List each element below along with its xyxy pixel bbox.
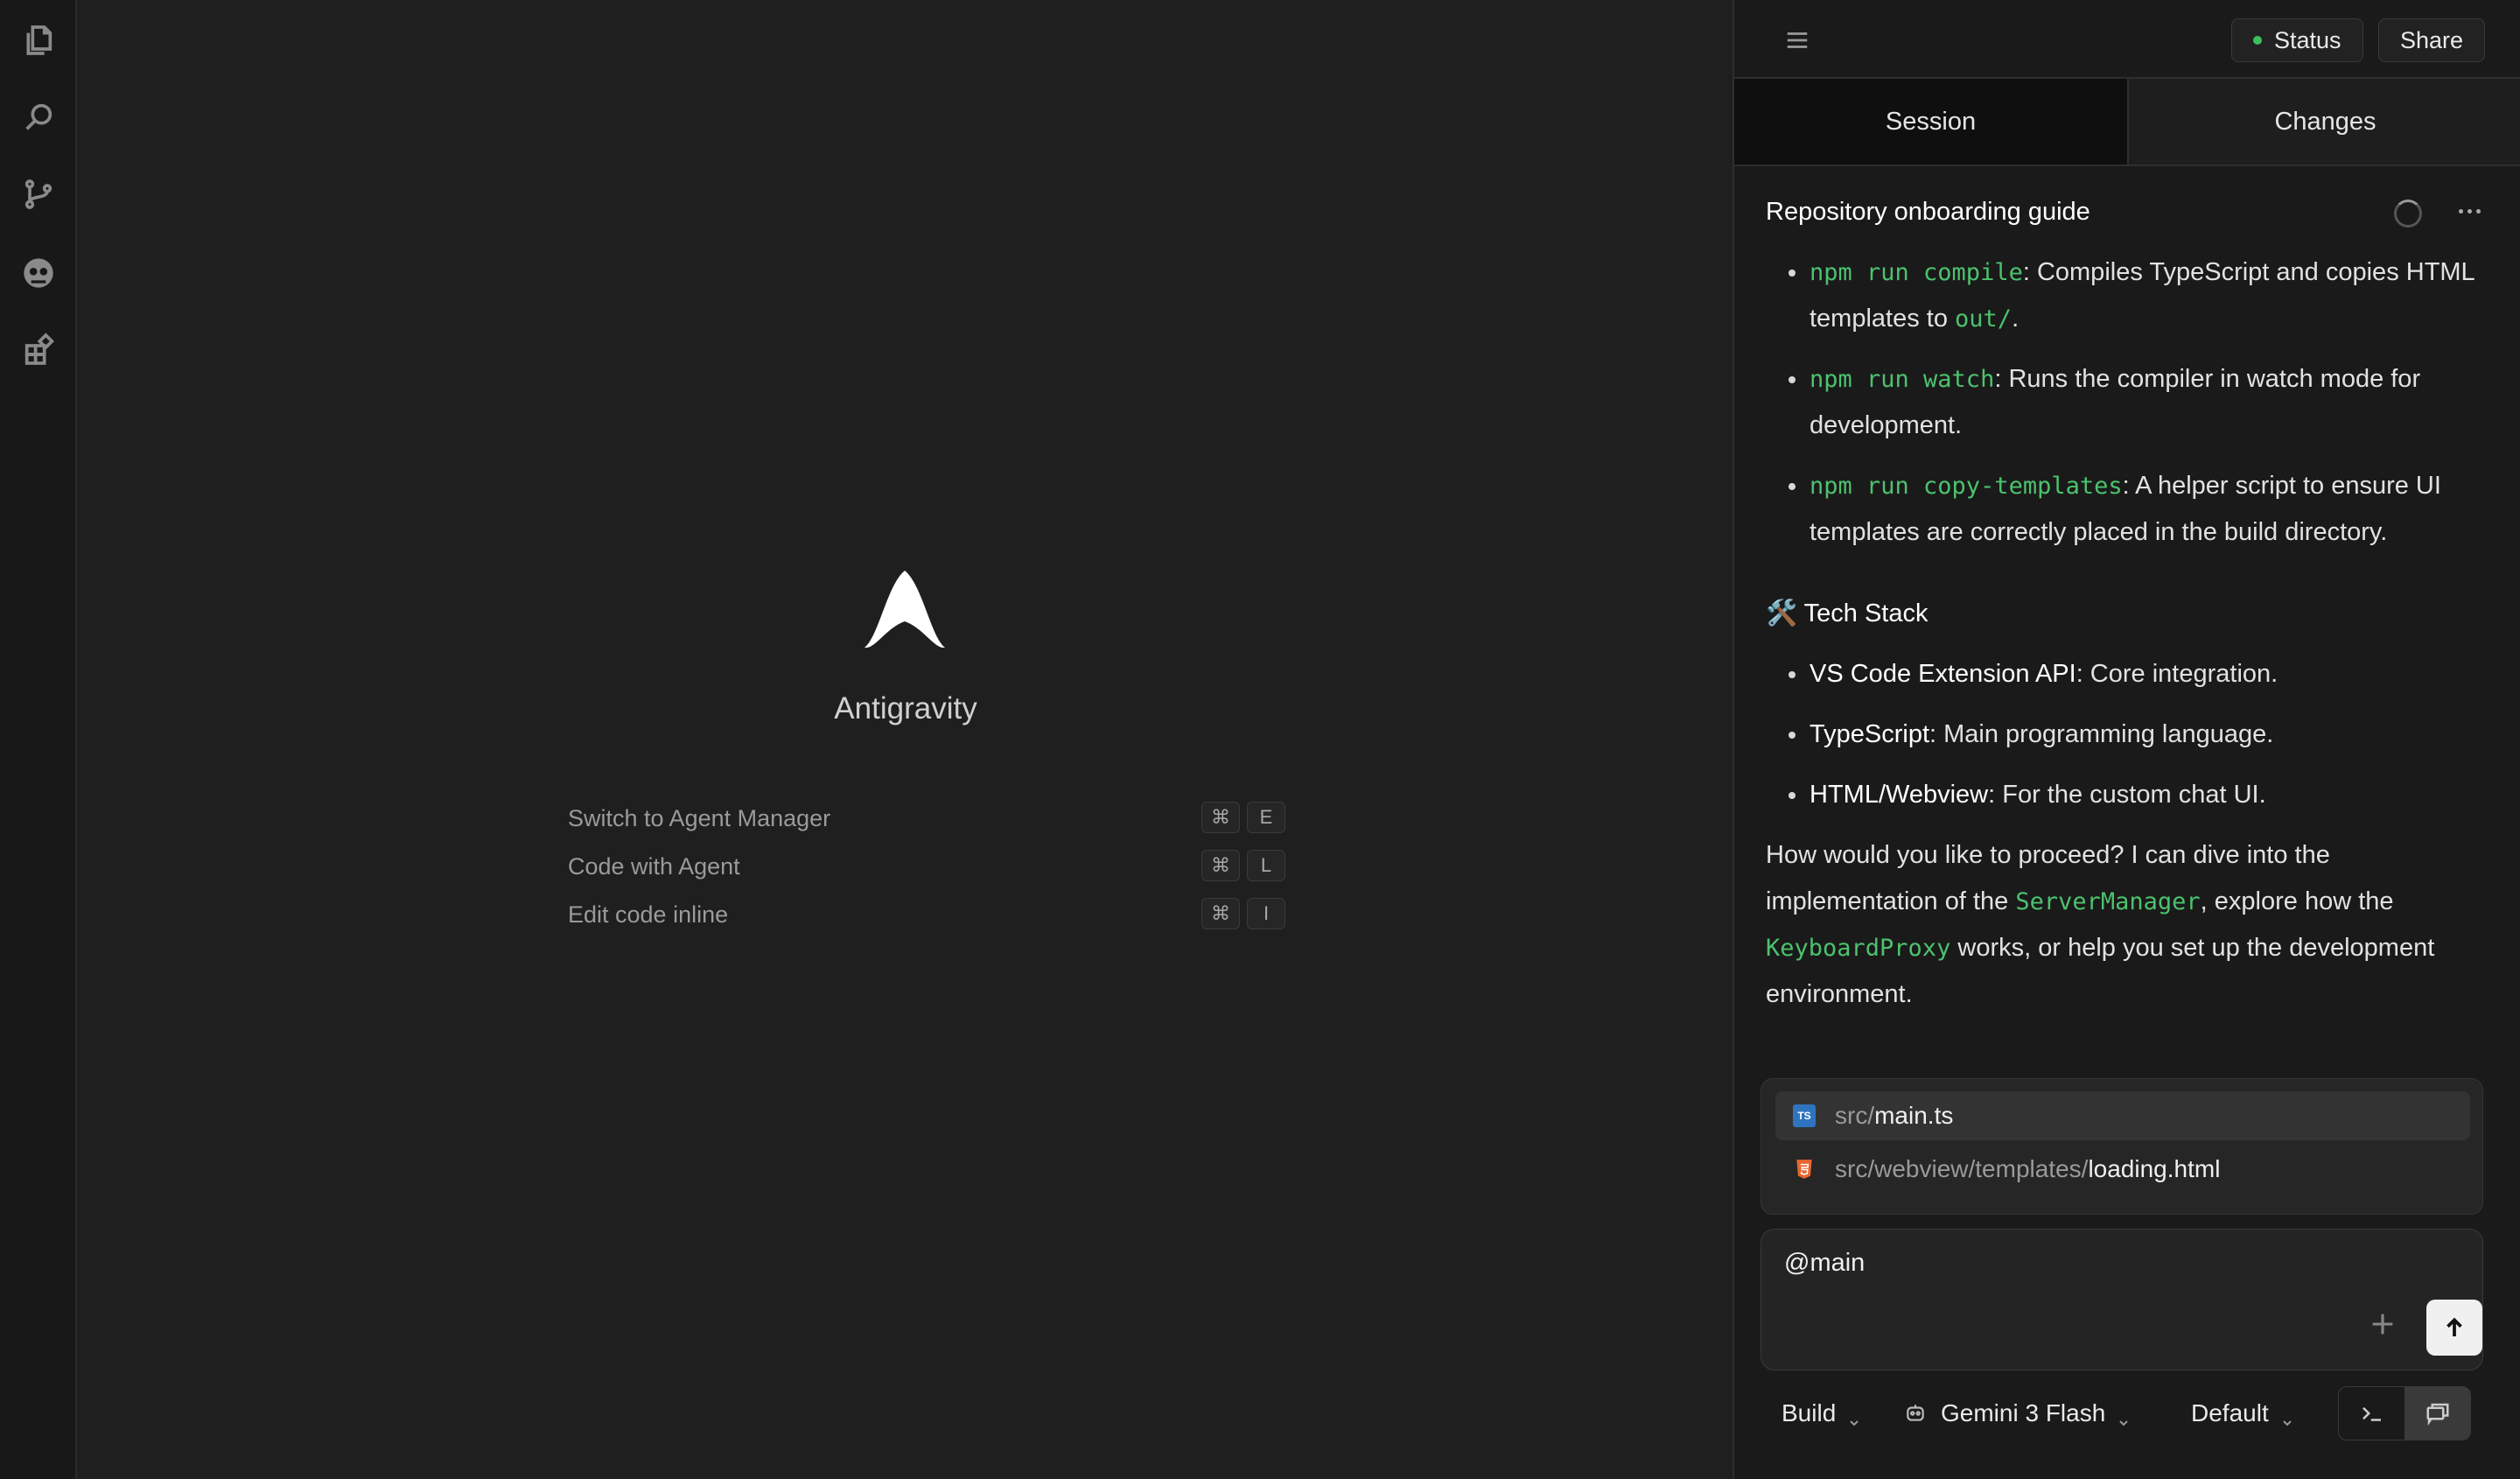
search-icon[interactable]	[19, 98, 58, 137]
menu-icon[interactable]	[1780, 23, 1815, 58]
list-item: TypeScript: Main programming language.	[1766, 711, 2492, 758]
shortcut-keys: ⌘ L	[1201, 850, 1285, 881]
mode-select[interactable]: Build	[1782, 1390, 1860, 1437]
activity-bar	[0, 0, 77, 1479]
inline-code: npm run compile	[1810, 259, 2023, 286]
agent-panel: Status Share Session Changes Repository …	[1732, 0, 2520, 1479]
arrow-up-icon	[2446, 1317, 2462, 1336]
terminal-icon[interactable]	[2339, 1387, 2404, 1440]
inline-code: ServerManager	[2015, 888, 2201, 915]
mention-suggestions: TS src/main.ts src/webview/templates/loa…	[1760, 1078, 2483, 1215]
shortcut-label: Switch to Agent Manager	[568, 805, 831, 831]
share-button[interactable]: Share	[2378, 18, 2486, 62]
app-name: Antigravity	[834, 691, 977, 725]
cmd-key: ⌘	[1201, 802, 1240, 833]
mention-item-main-ts[interactable]: TS src/main.ts	[1775, 1091, 2470, 1140]
antigravity-logo-icon	[864, 571, 945, 648]
shortcut-keys: ⌘ E	[1201, 802, 1285, 833]
message-content: npm run compile: Compiles TypeScript and…	[1766, 249, 2492, 1018]
panel-tabs: Session Changes	[1734, 79, 2520, 166]
view-toggle	[2338, 1386, 2471, 1440]
shortcut-edit-inline[interactable]: Edit code inline ⌘ I	[568, 891, 1320, 939]
tech-stack-heading: 🛠️ Tech Stack	[1766, 599, 1928, 627]
source-control-icon[interactable]	[19, 175, 58, 214]
panel-header: Status Share	[1734, 0, 2520, 79]
letter-key: I	[1247, 898, 1285, 929]
shortcut-label: Edit code inline	[568, 901, 729, 928]
chevron-down-icon	[1848, 1407, 1860, 1426]
extensions-icon[interactable]	[19, 331, 58, 369]
chevron-down-icon	[2118, 1407, 2130, 1426]
chevron-down-icon	[2281, 1407, 2293, 1426]
list-item: VS Code Extension API: Core integration.	[1766, 651, 2492, 697]
more-options-icon[interactable]	[2452, 198, 2487, 224]
send-button[interactable]	[2426, 1300, 2482, 1356]
input-toolbar: Build Gemini 3 Flash Default	[1760, 1383, 2483, 1444]
tab-changes[interactable]: Changes	[2127, 79, 2520, 165]
list-item: npm run copy-templates: A helper script …	[1766, 463, 2492, 556]
chat-input[interactable]	[1784, 1249, 2397, 1278]
list-item: HTML/Webview: For the custom chat UI.	[1766, 772, 2492, 818]
tech-stack-list: VS Code Extension API: Core integration.…	[1766, 651, 2492, 818]
files-icon[interactable]	[19, 21, 58, 60]
status-button[interactable]: Status	[2231, 18, 2363, 62]
chat-input-box	[1760, 1229, 2483, 1370]
html-file-icon	[1793, 1158, 1816, 1181]
inline-code: npm run watch	[1810, 366, 1995, 393]
editor-welcome: Antigravity Switch to Agent Manager ⌘ E …	[79, 0, 1732, 1479]
closing-paragraph: How would you like to proceed? I can div…	[1766, 841, 2435, 1008]
shortcut-list: Switch to Agent Manager ⌘ E Code with Ag…	[568, 795, 1320, 939]
mention-item-loading-html[interactable]: src/webview/templates/loading.html	[1775, 1145, 2470, 1194]
status-label: Status	[2274, 26, 2342, 53]
inline-code: out/	[1955, 305, 2012, 333]
letter-key: L	[1247, 850, 1285, 881]
add-context-icon[interactable]	[2365, 1307, 2400, 1342]
scripts-list: npm run compile: Compiles TypeScript and…	[1766, 249, 2492, 556]
shortcut-label: Code with Agent	[568, 853, 740, 880]
agent-icon[interactable]	[19, 254, 58, 292]
shortcut-code-with-agent[interactable]: Code with Agent ⌘ L	[568, 843, 1320, 891]
loading-spinner-icon	[2394, 200, 2422, 228]
list-item: npm run compile: Compiles TypeScript and…	[1766, 249, 2492, 342]
list-item: npm run watch: Runs the compiler in watc…	[1766, 356, 2492, 449]
shortcut-agent-manager[interactable]: Switch to Agent Manager ⌘ E	[568, 795, 1320, 843]
tab-session[interactable]: Session	[1734, 79, 2127, 165]
cmd-key: ⌘	[1201, 898, 1240, 929]
typescript-file-icon: TS	[1793, 1104, 1816, 1127]
conversation: Repository onboarding guide npm run comp…	[1734, 166, 2520, 1068]
profile-select[interactable]: Default	[2191, 1390, 2293, 1437]
model-icon	[1904, 1402, 1927, 1425]
cmd-key: ⌘	[1201, 850, 1240, 881]
conversation-title: Repository onboarding guide	[1766, 198, 2090, 226]
inline-code: KeyboardProxy	[1766, 935, 1951, 962]
status-dot-icon	[2253, 36, 2262, 45]
model-select[interactable]: Gemini 3 Flash	[1904, 1390, 2130, 1437]
letter-key: E	[1247, 802, 1285, 833]
shortcut-keys: ⌘ I	[1201, 898, 1285, 929]
inline-code: npm run copy-templates	[1810, 473, 2123, 500]
chat-view-icon[interactable]	[2404, 1387, 2470, 1440]
